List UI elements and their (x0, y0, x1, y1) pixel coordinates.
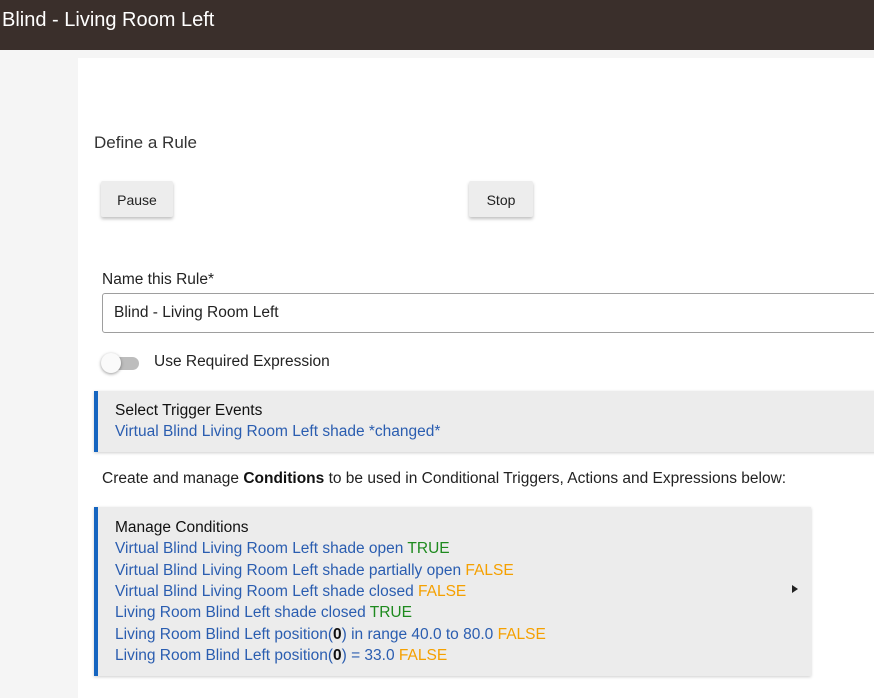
description-text-before: Create and manage (102, 470, 244, 487)
rule-name-input[interactable] (102, 293, 874, 333)
trigger-event-item: Virtual Blind Living Room Left shade *ch… (115, 423, 441, 440)
condition-status: TRUE (369, 604, 412, 621)
app-header: Blind - Living Room Left (0, 0, 874, 50)
condition-item: Living Room Blind Left shade closed TRUE (115, 604, 412, 621)
page-title: Blind - Living Room Left (2, 9, 215, 31)
section-heading: Define a Rule (94, 133, 198, 152)
select-trigger-events-panel[interactable]: Select Trigger Events Virtual Blind Livi… (94, 391, 874, 452)
condition-item: Virtual Blind Living Room Left shade par… (115, 562, 514, 579)
condition-status: TRUE (407, 540, 450, 557)
triangle-right-icon[interactable] (792, 585, 798, 593)
pause-button[interactable]: Pause (101, 181, 173, 217)
toggle-knob (101, 353, 121, 373)
condition-item: Virtual Blind Living Room Left shade clo… (115, 583, 467, 600)
conditions-panel-title: Manage Conditions (115, 519, 249, 536)
condition-status: FALSE (418, 583, 467, 600)
required-expression-label: Use Required Expression (154, 353, 330, 370)
condition-item: Living Room Blind Left position(0) in ra… (115, 626, 546, 643)
manage-conditions-panel[interactable]: Manage Conditions Virtual Blind Living R… (94, 507, 811, 676)
condition-status: FALSE (497, 626, 546, 643)
stop-button[interactable]: Stop (469, 181, 533, 217)
conditions-description: Create and manage Conditions to be used … (102, 470, 786, 488)
trigger-panel-title: Select Trigger Events (115, 402, 263, 419)
required-expression-toggle[interactable] (101, 353, 141, 373)
condition-item: Living Room Blind Left position(0) = 33.… (115, 647, 448, 664)
condition-status: FALSE (465, 562, 514, 579)
condition-status: FALSE (398, 647, 448, 664)
condition-item: Virtual Blind Living Room Left shade ope… (115, 540, 450, 557)
description-bold-conditions: Conditions (243, 470, 325, 487)
description-text-after: to be used in Conditional Triggers, Acti… (324, 470, 787, 487)
rule-name-label: Name this Rule* (102, 271, 214, 288)
